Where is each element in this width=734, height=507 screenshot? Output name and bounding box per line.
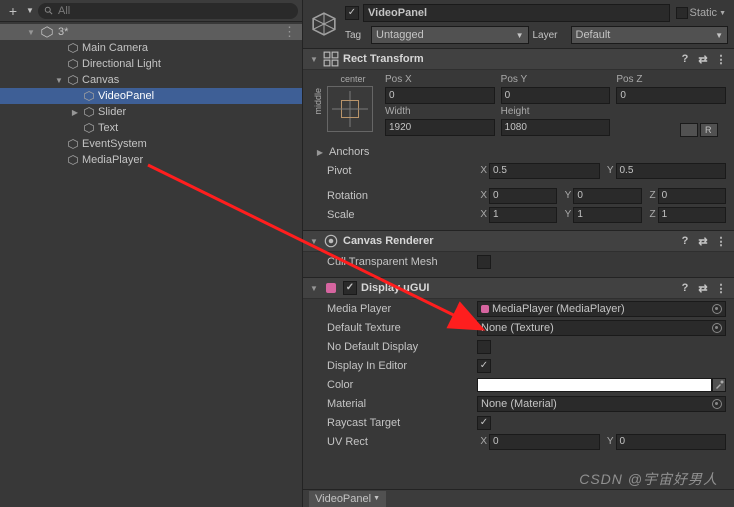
hierarchy-node[interactable]: VideoPanel xyxy=(0,88,302,104)
uv-y[interactable]: 0 xyxy=(616,434,727,450)
search-placeholder: All xyxy=(58,5,70,17)
hierarchy-search[interactable]: All xyxy=(38,3,298,19)
node-label: Text xyxy=(98,122,118,134)
posz-field[interactable]: 0 xyxy=(616,87,726,104)
cull-checkbox[interactable] xyxy=(477,255,491,269)
static-dropdown[interactable]: Static▼ xyxy=(674,7,728,19)
blueprint-toggle[interactable] xyxy=(680,123,698,137)
color-field[interactable] xyxy=(477,378,712,392)
mediaplayer-icon xyxy=(481,305,489,313)
gameobject-icon xyxy=(82,121,96,135)
foldout-icon: ▶ xyxy=(70,108,80,117)
hierarchy-node[interactable]: ▼ Canvas xyxy=(0,72,302,88)
node-label: Directional Light xyxy=(82,58,161,70)
layer-dropdown[interactable]: Default▼ xyxy=(571,26,729,44)
material-ref[interactable]: None (Material) xyxy=(477,396,726,412)
scene-name: 3* xyxy=(58,26,68,38)
rect-transform-header[interactable]: ▼ Rect Transform ? ⇄ ⋮ xyxy=(303,48,734,70)
gameobject-icon xyxy=(82,105,96,119)
gameobject-icon xyxy=(66,137,80,151)
anchor-preset[interactable]: center middle xyxy=(327,74,379,139)
node-label: EventSystem xyxy=(82,138,147,150)
help-icon[interactable]: ? xyxy=(678,52,692,66)
rot-z[interactable]: 0 xyxy=(658,188,726,204)
gameobject-icon xyxy=(66,57,80,71)
enable-checkbox[interactable]: ✓ xyxy=(345,6,359,20)
node-label: Canvas xyxy=(82,74,119,86)
canvas-renderer-header[interactable]: ▼ Canvas Renderer ? ⇄ ⋮ xyxy=(303,230,734,252)
foldout-icon: ▼ xyxy=(26,28,36,37)
rot-y[interactable]: 0 xyxy=(573,188,641,204)
height-field[interactable]: 1080 xyxy=(501,119,611,136)
node-label: Main Camera xyxy=(82,42,148,54)
create-dropdown[interactable]: ▼ xyxy=(26,6,34,15)
scale-x[interactable]: 1 xyxy=(489,207,557,223)
scene-context-icon[interactable]: ⋮ xyxy=(283,24,302,40)
anchors-foldout[interactable]: ▶Anchors xyxy=(303,143,734,161)
gameobject-name-field[interactable]: VideoPanel xyxy=(363,4,670,22)
context-icon[interactable]: ⋮ xyxy=(714,281,728,295)
pivot-y[interactable]: 0.5 xyxy=(616,163,727,179)
posy-field[interactable]: 0 xyxy=(501,87,611,104)
width-field[interactable]: 1920 xyxy=(385,119,495,136)
rect-transform-icon xyxy=(323,51,339,67)
node-label: Slider xyxy=(98,106,126,118)
gameobject-icon xyxy=(66,41,80,55)
scale-z[interactable]: 1 xyxy=(658,207,726,223)
node-label: VideoPanel xyxy=(98,90,154,102)
tag-label: Tag xyxy=(345,30,367,41)
canvas-renderer-icon xyxy=(323,233,339,249)
preset-icon[interactable]: ⇄ xyxy=(696,52,710,66)
object-picker-icon[interactable] xyxy=(712,304,722,314)
rot-x[interactable]: 0 xyxy=(489,188,557,204)
gameobject-icon xyxy=(66,73,80,87)
preset-icon[interactable]: ⇄ xyxy=(696,234,710,248)
raycast-checkbox[interactable]: ✓ xyxy=(477,416,491,430)
node-label: MediaPlayer xyxy=(82,154,143,166)
help-icon[interactable]: ? xyxy=(678,234,692,248)
eyedropper-icon[interactable] xyxy=(712,378,726,392)
pivot-x[interactable]: 0.5 xyxy=(489,163,600,179)
hierarchy-node[interactable]: Directional Light xyxy=(0,56,302,72)
preset-icon[interactable]: ⇄ xyxy=(696,281,710,295)
media-player-ref[interactable]: MediaPlayer (MediaPlayer) xyxy=(477,301,726,317)
hierarchy-node[interactable]: EventSystem xyxy=(0,136,302,152)
scale-y[interactable]: 1 xyxy=(573,207,641,223)
hierarchy-node[interactable]: MediaPlayer xyxy=(0,152,302,168)
hierarchy-node[interactable]: Main Camera xyxy=(0,40,302,56)
gameobject-icon xyxy=(82,89,96,103)
hierarchy-node[interactable]: ▶ Slider xyxy=(0,104,302,120)
object-picker-icon[interactable] xyxy=(712,399,722,409)
unity-icon xyxy=(40,25,54,39)
foldout-icon: ▼ xyxy=(54,76,64,85)
gameobject-icon xyxy=(66,153,80,167)
layer-label: Layer xyxy=(533,30,567,41)
no-default-checkbox[interactable] xyxy=(477,340,491,354)
gameobject-icon xyxy=(309,9,339,39)
display-in-editor-checkbox[interactable]: ✓ xyxy=(477,359,491,373)
search-icon xyxy=(44,6,54,16)
raw-edit-toggle[interactable]: R xyxy=(700,123,718,137)
bottom-tab[interactable]: VideoPanel▼ xyxy=(309,491,386,507)
uv-x[interactable]: 0 xyxy=(489,434,600,450)
object-picker-icon[interactable] xyxy=(712,323,722,333)
create-button[interactable]: + xyxy=(4,4,22,18)
script-icon xyxy=(323,280,339,296)
default-texture-ref[interactable]: None (Texture) xyxy=(477,320,726,336)
component-enable[interactable]: ✓ xyxy=(343,281,357,295)
help-icon[interactable]: ? xyxy=(678,281,692,295)
display-ugui-header[interactable]: ▼ ✓ Display uGUI ? ⇄ ⋮ xyxy=(303,277,734,299)
tag-dropdown[interactable]: Untagged▼ xyxy=(371,26,529,44)
posx-field[interactable]: 0 xyxy=(385,87,495,104)
hierarchy-node[interactable]: Text xyxy=(0,120,302,136)
watermark: CSDN @宇宙好男人 xyxy=(579,469,718,489)
scene-header[interactable]: ▼ 3* ⋮ xyxy=(0,24,302,40)
context-icon[interactable]: ⋮ xyxy=(714,234,728,248)
context-icon[interactable]: ⋮ xyxy=(714,52,728,66)
